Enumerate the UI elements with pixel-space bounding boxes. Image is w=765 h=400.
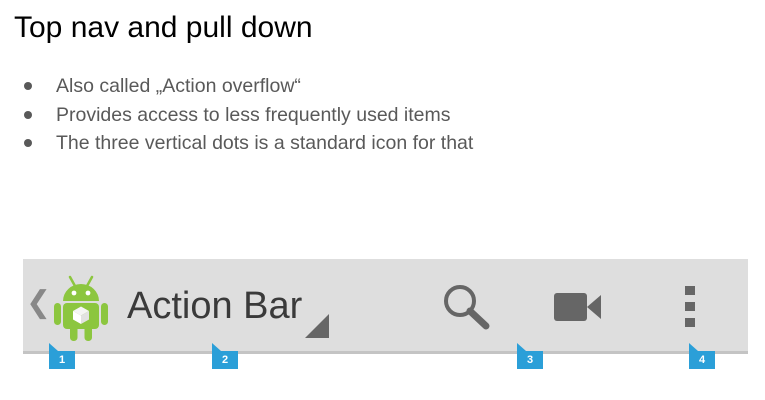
bullet-text: Also called „Action overflow“ [56,75,301,97]
callout-badge-2: 2 [212,343,238,369]
callout-badge-3: 3 [517,343,543,369]
bullet-dot [24,139,32,148]
video-camera-icon[interactable] [554,292,602,322]
bullet-item: Provides access to less frequently used … [22,101,473,130]
more-vertical-icon[interactable] [683,286,697,328]
bullet-dot [24,110,32,119]
dropdown-triangle-icon[interactable] [305,314,329,338]
bullet-list: Also called „Action overflow“ Provides a… [22,72,473,158]
action-bar-title[interactable]: Action Bar [127,283,302,329]
callout-badge-4: 4 [689,343,715,369]
search-icon[interactable] [441,282,493,332]
bullet-dot [24,82,32,91]
bullet-text: Provides access to less frequently used … [56,103,451,126]
bullet-item: The three vertical dots is a standard ic… [22,129,473,158]
android-app-icon[interactable] [51,271,111,343]
action-bar: ❮ Action Bar [23,259,748,354]
bullet-text: The three vertical dots is a standard ic… [56,132,474,154]
bullet-item: Also called „Action overflow“ [22,72,473,101]
up-chevron-icon[interactable]: ❮ [26,286,51,320]
slide-title: Top nav and pull down [14,11,313,44]
callout-badge-1: 1 [49,343,75,369]
